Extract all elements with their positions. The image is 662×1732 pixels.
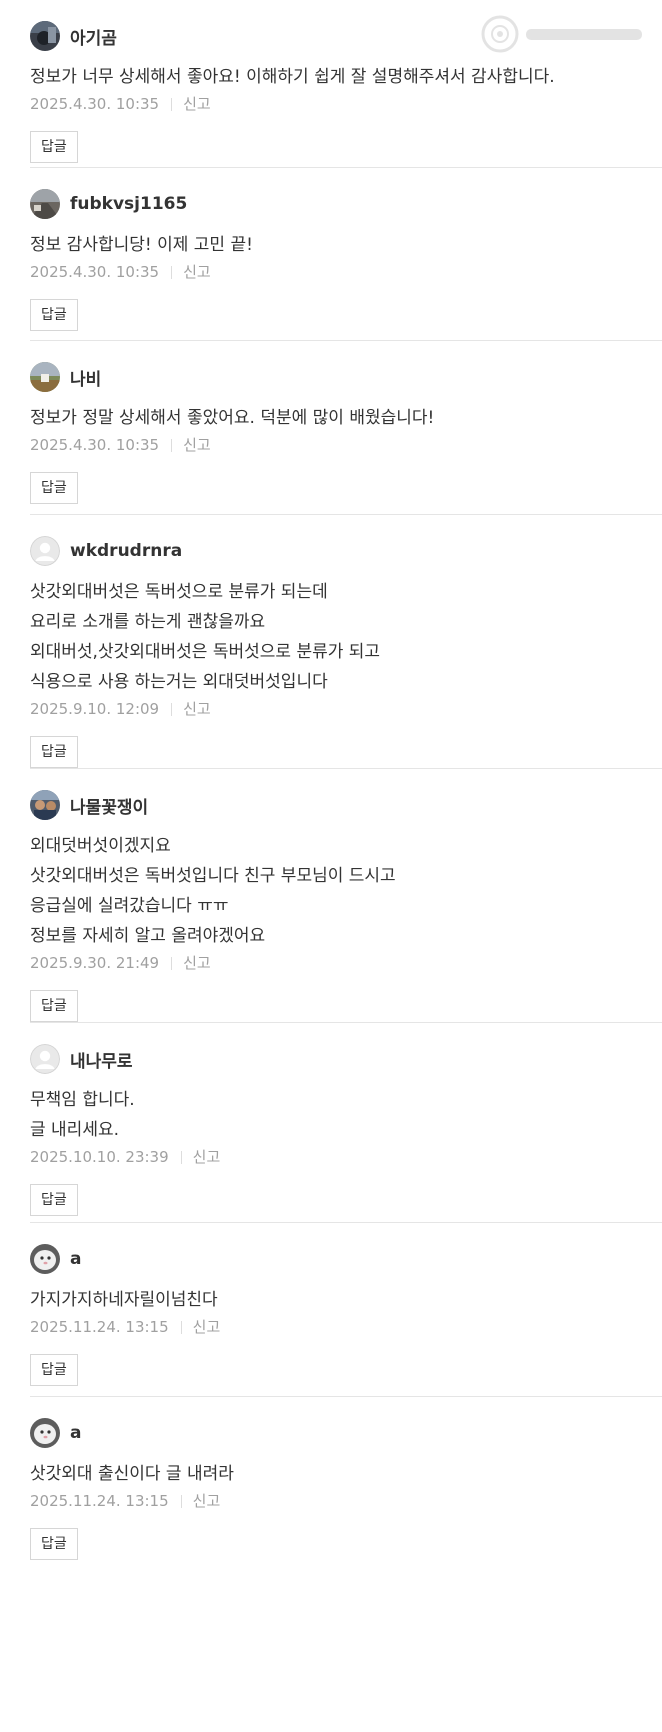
report-link[interactable]: 신고 xyxy=(183,433,211,457)
comment-item: 아기곰 정보가 너무 상세해서 좋아요! 이해하기 쉽게 잘 설명해주셔서 감사… xyxy=(30,0,662,168)
comment-date: 2025.4.30. 10:35 xyxy=(30,95,160,113)
comment-text-line: 삿갓외대버섯은 독버섯으로 분류가 되는데 xyxy=(30,582,328,602)
comment-text-line: 정보가 너무 상세해서 좋아요! 이해하기 쉽게 잘 설명해주셔서 감사합니다. xyxy=(30,67,555,87)
comment-header: wkdrudrnra xyxy=(30,535,182,567)
comment-text-line: 정보 감사합니당! 이제 고민 끝! xyxy=(30,235,253,255)
comment-text-line: 정보를 자세히 알고 올려야겠어요 xyxy=(30,926,266,946)
comment-body: 정보 감사합니당! 이제 고민 끝! 2025.4.30. 10:35 신고 답… xyxy=(30,230,662,331)
avatar[interactable] xyxy=(30,1244,60,1274)
avatar[interactable] xyxy=(30,21,60,51)
reply-button[interactable]: 답글 xyxy=(30,1528,78,1560)
comment-item: a 가지가지하네자릴이넘친다 2025.11.24. 13:15 신고 답글 xyxy=(30,1223,662,1397)
comment-date: 2025.9.30. 21:49 xyxy=(30,954,160,972)
comment-text-line: 요리로 소개를 하는게 괜찮을까요 xyxy=(30,612,266,632)
comment-date: 2025.11.24. 13:15 xyxy=(30,1492,169,1510)
comment-author[interactable]: wkdrudrnra xyxy=(70,541,182,561)
reply-button[interactable]: 답글 xyxy=(30,299,78,331)
comment-meta: 2025.4.30. 10:35 신고 xyxy=(30,92,662,116)
comment-header: 나물꽃쟁이 xyxy=(30,789,148,821)
comment-author[interactable]: 나물꽃쟁이 xyxy=(70,793,148,818)
comment-text-line: 글 내리세요. xyxy=(30,1120,120,1140)
comment-list: 아기곰 정보가 너무 상세해서 좋아요! 이해하기 쉽게 잘 설명해주셔서 감사… xyxy=(30,0,662,1571)
meta-divider xyxy=(180,1150,182,1164)
comment-author[interactable]: 내나무로 xyxy=(70,1047,133,1072)
comment-header: 나비 xyxy=(30,361,101,393)
comment-body: 가지가지하네자릴이넘친다 2025.11.24. 13:15 신고 답글 xyxy=(30,1285,662,1386)
default-user-icon[interactable] xyxy=(30,536,60,566)
meta-divider xyxy=(171,265,173,279)
report-link[interactable]: 신고 xyxy=(183,697,211,721)
comment-body: 삿갓외대버섯은 독버섯으로 분류가 되는데 요리로 소개를 하는게 괜찮을까요 … xyxy=(30,577,662,768)
comment-date: 2025.11.24. 13:15 xyxy=(30,1318,169,1336)
meta-divider xyxy=(171,702,173,716)
comment-header: 아기곰 xyxy=(30,20,117,52)
comment-meta: 2025.4.30. 10:35 신고 xyxy=(30,260,662,284)
comment-item: 나물꽃쟁이 외대덧버섯이겠지요 삿갓외대버섯은 독버섯입니다 친구 부모님이 드… xyxy=(30,769,662,1023)
meta-divider xyxy=(180,1494,182,1508)
comment-body: 무책임 합니다. 글 내리세요. 2025.10.10. 23:39 신고 답글 xyxy=(30,1085,662,1216)
report-link[interactable]: 신고 xyxy=(183,92,211,116)
avatar[interactable] xyxy=(30,189,60,219)
comment-meta: 2025.10.10. 23:39 신고 xyxy=(30,1145,662,1169)
meta-divider xyxy=(171,97,173,111)
meta-divider xyxy=(171,956,173,970)
reply-button[interactable]: 답글 xyxy=(30,472,78,504)
comment-text-line: 삿갓외대버섯은 독버섯입니다 친구 부모님이 드시고 xyxy=(30,866,396,886)
comment-item: 내나무로 무책임 합니다. 글 내리세요. 2025.10.10. 23:39 … xyxy=(30,1023,662,1223)
reply-button[interactable]: 답글 xyxy=(30,131,78,163)
meta-divider xyxy=(171,438,173,452)
comment-text-line: 정보가 정말 상세해서 좋았어요. 덕분에 많이 배웠습니다! xyxy=(30,408,435,428)
comment-body: 정보가 너무 상세해서 좋아요! 이해하기 쉽게 잘 설명해주셔서 감사합니다.… xyxy=(30,62,662,163)
avatar[interactable] xyxy=(30,1418,60,1448)
avatar[interactable] xyxy=(30,362,60,392)
comment-header: a xyxy=(30,1243,81,1275)
comment-item: fubkvsj1165 정보 감사합니당! 이제 고민 끝! 2025.4.30… xyxy=(30,168,662,341)
reply-button[interactable]: 답글 xyxy=(30,1354,78,1386)
comment-header: 내나무로 xyxy=(30,1043,133,1075)
comment-author[interactable]: fubkvsj1165 xyxy=(70,194,187,214)
comment-text-line: 외대버섯,삿갓외대버섯은 독버섯으로 분류가 되고 xyxy=(30,642,381,662)
reply-button[interactable]: 답글 xyxy=(30,736,78,768)
report-link[interactable]: 신고 xyxy=(183,951,211,975)
comment-meta: 2025.11.24. 13:15 신고 xyxy=(30,1489,662,1513)
comment-item: wkdrudrnra 삿갓외대버섯은 독버섯으로 분류가 되는데 요리로 소개를… xyxy=(30,515,662,769)
comment-author[interactable]: a xyxy=(70,1423,81,1443)
comment-text-line: 무책임 합니다. xyxy=(30,1090,135,1110)
comment-text-line: 식용으로 사용 하는거는 외대덧버섯입니다 xyxy=(30,672,328,692)
report-link[interactable]: 신고 xyxy=(193,1315,221,1339)
comment-meta: 2025.9.10. 12:09 신고 xyxy=(30,697,662,721)
comment-item: a 삿갓외대 출신이다 글 내려라 2025.11.24. 13:15 신고 답… xyxy=(30,1397,662,1571)
meta-divider xyxy=(180,1320,182,1334)
reply-button[interactable]: 답글 xyxy=(30,1184,78,1216)
default-user-icon[interactable] xyxy=(30,1044,60,1074)
comment-date: 2025.10.10. 23:39 xyxy=(30,1148,169,1166)
report-link[interactable]: 신고 xyxy=(183,260,211,284)
comment-meta: 2025.4.30. 10:35 신고 xyxy=(30,433,662,457)
comment-date: 2025.4.30. 10:35 xyxy=(30,436,160,454)
comment-author[interactable]: a xyxy=(70,1249,81,1269)
comment-body: 정보가 정말 상세해서 좋았어요. 덕분에 많이 배웠습니다! 2025.4.3… xyxy=(30,403,662,504)
comment-text-line: 응급실에 실려갔습니다 ㅠㅠ xyxy=(30,896,229,916)
comment-date: 2025.9.10. 12:09 xyxy=(30,700,160,718)
comment-meta: 2025.11.24. 13:15 신고 xyxy=(30,1315,662,1339)
comment-item: 나비 정보가 정말 상세해서 좋았어요. 덕분에 많이 배웠습니다! 2025.… xyxy=(30,341,662,515)
report-link[interactable]: 신고 xyxy=(193,1145,221,1169)
avatar[interactable] xyxy=(30,790,60,820)
comment-header: fubkvsj1165 xyxy=(30,188,187,220)
reply-button[interactable]: 답글 xyxy=(30,990,78,1022)
comment-meta: 2025.9.30. 21:49 신고 xyxy=(30,951,662,975)
comment-author[interactable]: 아기곰 xyxy=(70,24,117,49)
comment-text-line: 외대덧버섯이겠지요 xyxy=(30,836,171,856)
comment-header: a xyxy=(30,1417,81,1449)
comment-body: 외대덧버섯이겠지요 삿갓외대버섯은 독버섯입니다 친구 부모님이 드시고 응급실… xyxy=(30,831,662,1022)
comment-author[interactable]: 나비 xyxy=(70,365,101,390)
comment-text-line: 가지가지하네자릴이넘친다 xyxy=(30,1290,218,1310)
comment-body: 삿갓외대 출신이다 글 내려라 2025.11.24. 13:15 신고 답글 xyxy=(30,1459,662,1560)
report-link[interactable]: 신고 xyxy=(193,1489,221,1513)
comment-date: 2025.4.30. 10:35 xyxy=(30,263,160,281)
comment-text-line: 삿갓외대 출신이다 글 내려라 xyxy=(30,1464,234,1484)
